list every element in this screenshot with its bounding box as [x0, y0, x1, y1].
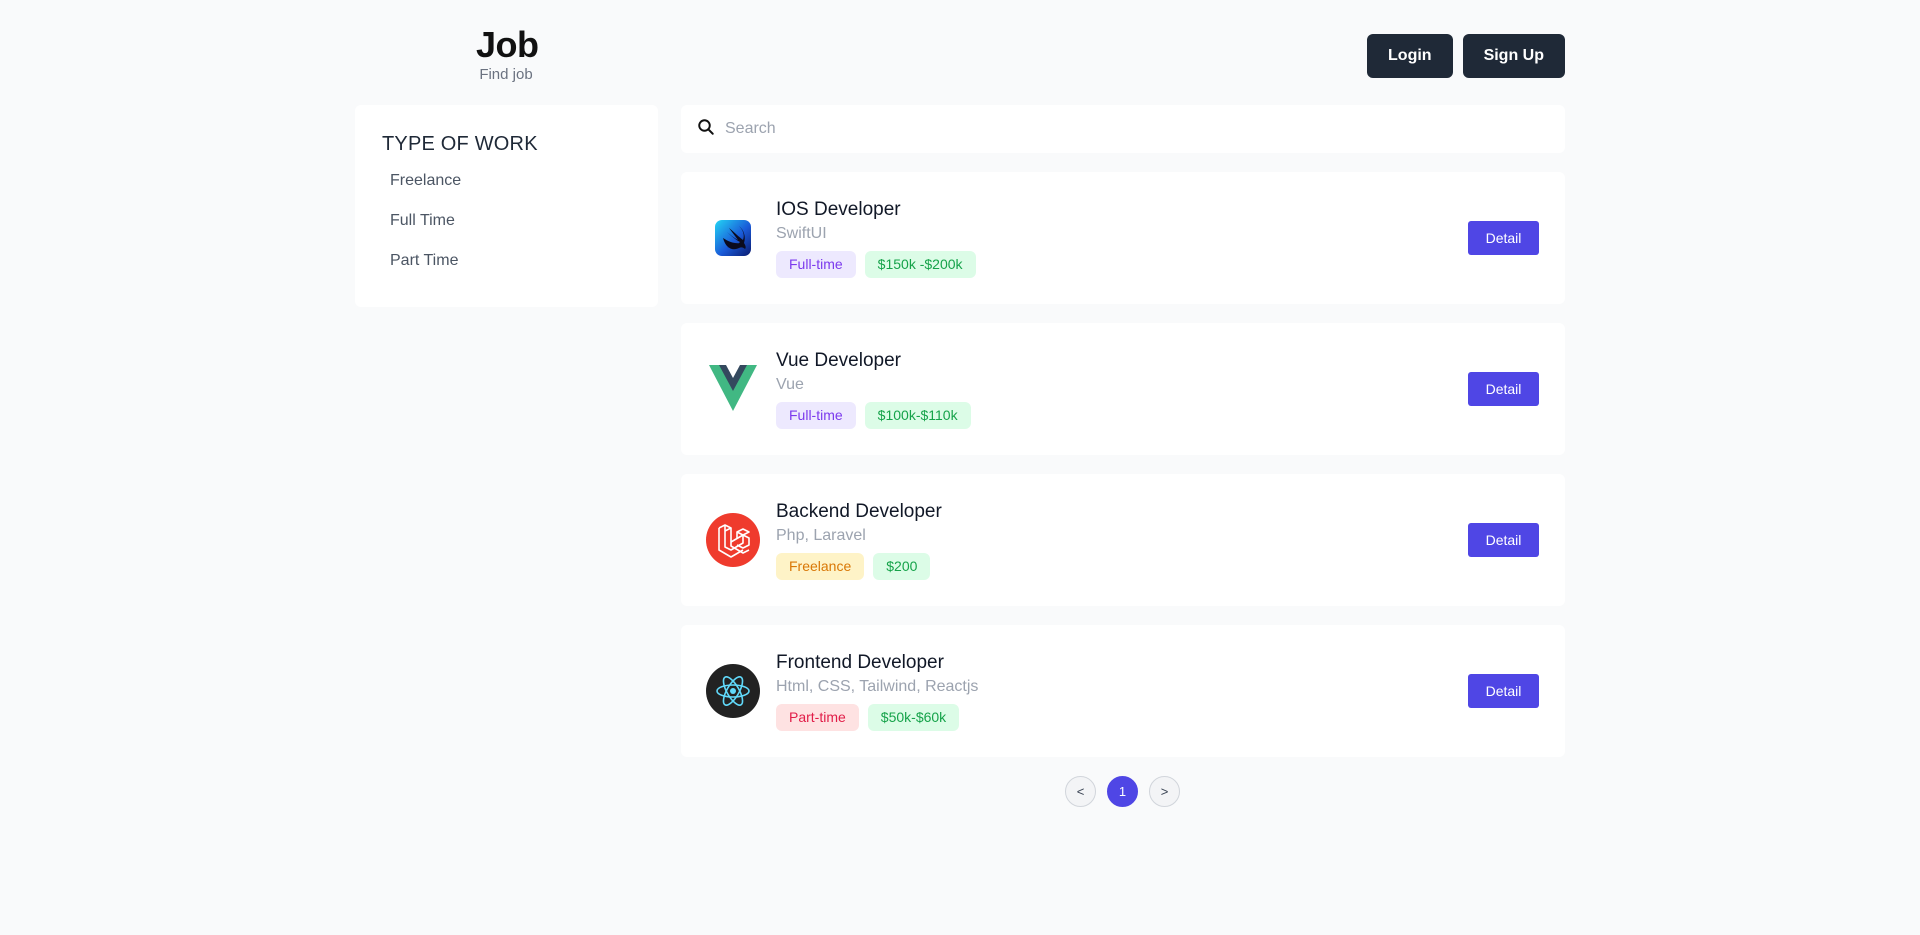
- salary-badge: $150k -$200k: [864, 251, 976, 278]
- job-tags: Full-time $100k-$110k: [776, 402, 971, 429]
- search-icon: [697, 118, 715, 141]
- prev-page-button[interactable]: <: [1065, 776, 1096, 807]
- job-type-badge: Full-time: [776, 251, 856, 278]
- laravel-icon: [705, 512, 761, 568]
- detail-button[interactable]: Detail: [1468, 372, 1539, 406]
- signup-button[interactable]: Sign Up: [1462, 34, 1565, 78]
- job-title: IOS Developer: [776, 199, 901, 220]
- job-type-badge: Full-time: [776, 402, 856, 429]
- react-icon: [705, 663, 761, 719]
- search-bar: [681, 105, 1565, 153]
- job-type-badge: Freelance: [776, 553, 865, 580]
- job-card: Frontend Developer Html, CSS, Tailwind, …: [681, 625, 1565, 757]
- job-title: Frontend Developer: [776, 652, 944, 673]
- job-tags: Freelance $200: [776, 553, 942, 580]
- job-card: IOS Developer SwiftUI Full-time $150k -$…: [681, 172, 1565, 304]
- job-card: Vue Developer Vue Full-time $100k-$110k …: [681, 323, 1565, 455]
- brand-title: Job: [476, 24, 539, 65]
- job-tech: Vue: [776, 376, 804, 393]
- brand: Job Find job: [476, 24, 539, 83]
- filter-title: TYPE OF WORK: [382, 133, 538, 155]
- salary-badge: $200: [873, 553, 931, 580]
- job-tech: Php, Laravel: [776, 527, 866, 544]
- job-tech: SwiftUI: [776, 225, 827, 242]
- job-info: Frontend Developer Html, CSS, Tailwind, …: [776, 651, 978, 731]
- job-info: IOS Developer SwiftUI Full-time $150k -$…: [776, 198, 976, 278]
- job-title: Backend Developer: [776, 501, 942, 522]
- job-tech: Html, CSS, Tailwind, Reactjs: [776, 678, 979, 695]
- brand-subtitle: Find job: [479, 66, 533, 83]
- job-tags: Part-time $50k-$60k: [776, 704, 978, 731]
- type-of-work-filter: TYPE OF WORK Freelance Full Time Part Ti…: [355, 105, 658, 307]
- salary-badge: $100k-$110k: [864, 402, 971, 429]
- job-card: Backend Developer Php, Laravel Freelance…: [681, 474, 1565, 606]
- login-button[interactable]: Login: [1367, 34, 1453, 78]
- salary-badge: $50k-$60k: [867, 704, 960, 731]
- search-input[interactable]: [725, 120, 1525, 138]
- detail-button[interactable]: Detail: [1468, 221, 1539, 255]
- job-info: Backend Developer Php, Laravel Freelance…: [776, 500, 942, 580]
- vue-icon: [705, 361, 761, 417]
- job-info: Vue Developer Vue Full-time $100k-$110k: [776, 349, 971, 429]
- detail-button[interactable]: Detail: [1468, 674, 1539, 708]
- filter-list: Freelance Full Time Part Time: [382, 168, 631, 288]
- filter-item-freelance[interactable]: Freelance: [382, 168, 631, 208]
- next-page-button[interactable]: >: [1149, 776, 1180, 807]
- job-title: Vue Developer: [776, 350, 901, 371]
- job-tags: Full-time $150k -$200k: [776, 251, 976, 278]
- page-button-current[interactable]: 1: [1107, 776, 1138, 807]
- filter-item-full-time[interactable]: Full Time: [382, 208, 631, 248]
- detail-button[interactable]: Detail: [1468, 523, 1539, 557]
- auth-buttons: Login Sign Up: [1367, 34, 1565, 78]
- pagination: < 1 >: [1065, 776, 1180, 807]
- swift-icon: [705, 210, 761, 266]
- filter-item-part-time[interactable]: Part Time: [382, 248, 631, 288]
- job-type-badge: Part-time: [776, 704, 859, 731]
